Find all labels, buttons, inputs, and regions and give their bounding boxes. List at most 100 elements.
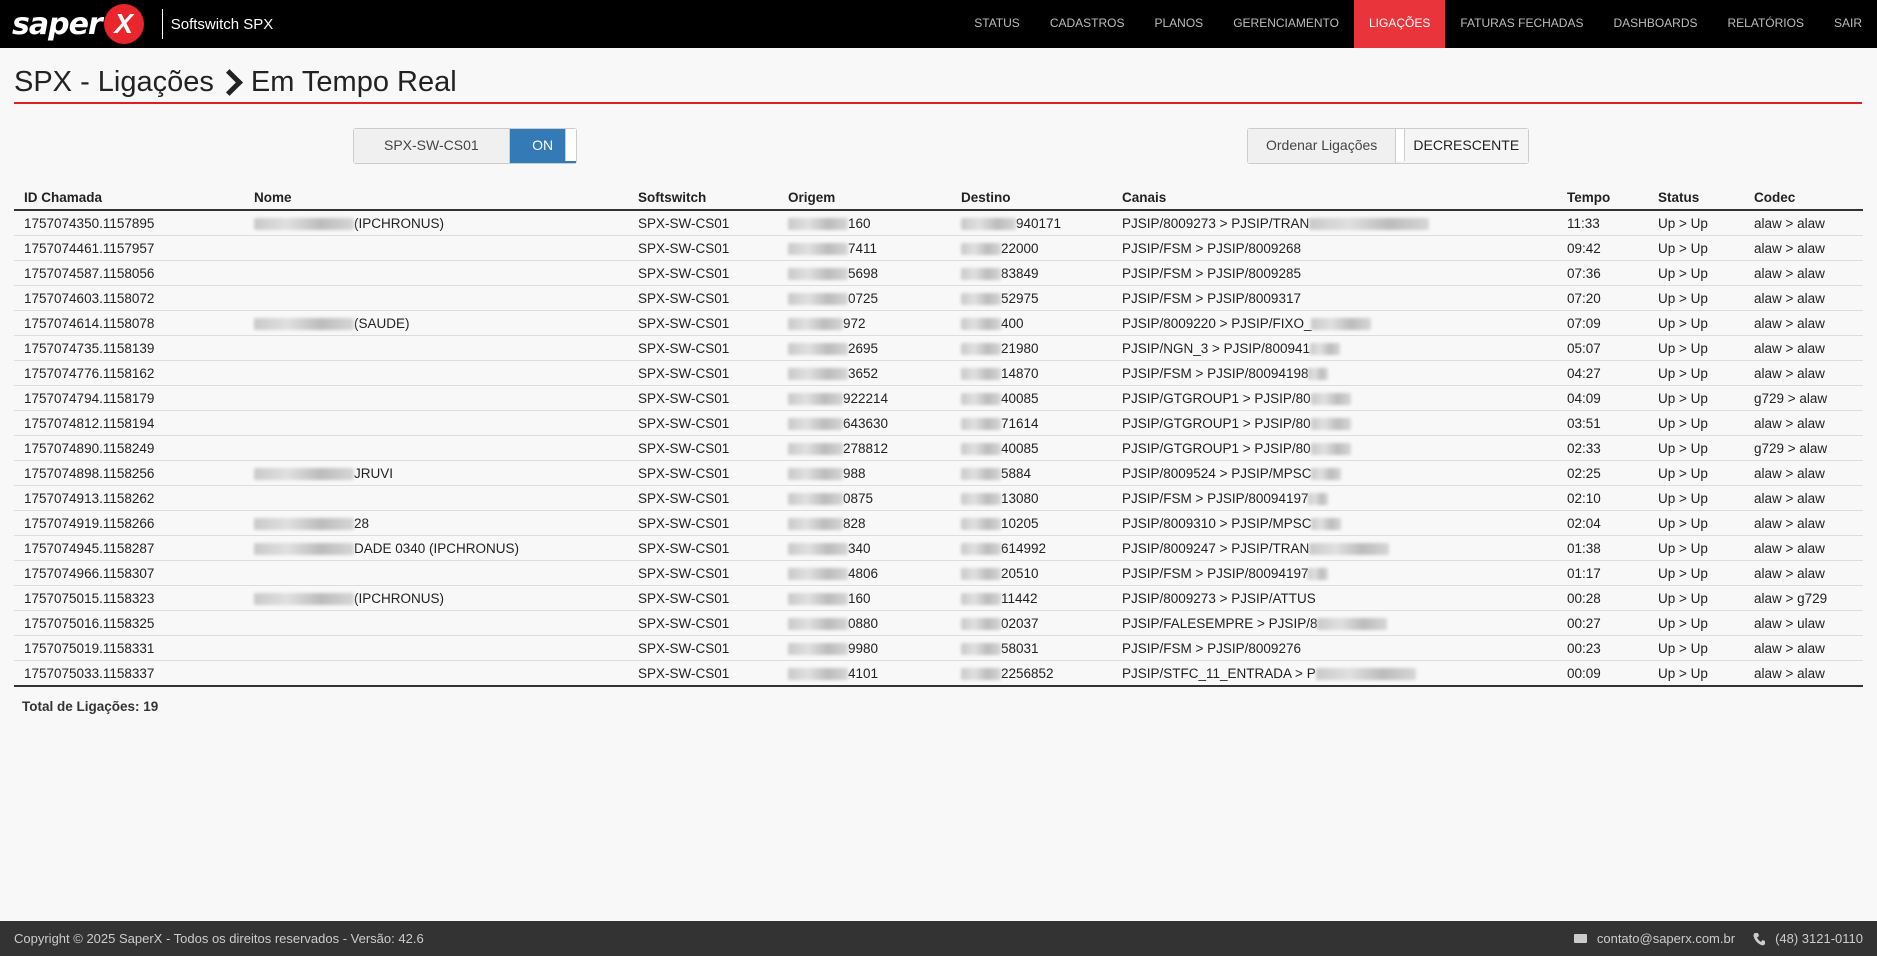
cell-softswitch: SPX-SW-CS01 <box>628 210 778 236</box>
column-header[interactable]: Codec <box>1744 186 1863 211</box>
contact-email[interactable]: contato@saperx.com.br <box>1597 931 1735 946</box>
column-header[interactable]: Tempo <box>1557 186 1648 211</box>
cell-status-text: Up > Up <box>1658 615 1708 631</box>
cell-name: (IPCHRONUS) <box>244 585 628 611</box>
cell-call-id: 1757074587.1158056 <box>14 260 244 286</box>
redacted-text <box>961 542 1001 555</box>
cell-channels-text: PJSIP/8009524 > PJSIP/MPSC <box>1122 465 1312 481</box>
cell-time: 00:23 <box>1557 635 1648 661</box>
cell-name <box>244 285 628 311</box>
column-header[interactable]: Canais <box>1112 186 1557 211</box>
cell-destination: 21980 <box>951 335 1112 361</box>
top-navbar: saper X Softswitch SPX STATUS CADASTROS PL… <box>0 0 1877 48</box>
cell-status-text: Up > Up <box>1658 315 1708 331</box>
cell-softswitch-text: SPX-SW-CS01 <box>638 490 730 506</box>
cell-name-text: DADE 0340 (IPCHRONUS) <box>354 540 520 556</box>
table-row[interactable]: 1757075033.1158337 SPX-SW-CS01 4101 2256852… <box>14 660 1863 687</box>
cell-call-id-text: 1757074350.1157895 <box>24 215 155 231</box>
table-row[interactable]: 1757074945.1158287 DADE 0340 (IPCHRONUS) S… <box>14 535 1863 561</box>
page-title-subsection: Em Tempo Real <box>250 66 457 98</box>
nav-item-dashboards[interactable]: DASHBOARDS <box>1598 0 1712 48</box>
cell-status: Up > Up <box>1648 210 1744 236</box>
toggle-knob[interactable] <box>1396 129 1406 161</box>
table-row[interactable]: 1757074966.1158307 SPX-SW-CS01 4806 20510 PJ… <box>14 560 1863 586</box>
cell-codec: alaw > alaw <box>1744 535 1863 561</box>
cell-status: Up > Up <box>1648 460 1744 486</box>
brand-divider <box>161 9 163 39</box>
cell-channels-text: PJSIP/NGN_3 > PJSIP/800941 <box>1122 340 1310 356</box>
table-row[interactable]: 1757074898.1158256 JRUVI SPX-SW-CS01 988 588… <box>14 460 1863 486</box>
nav-item-planos[interactable]: PLANOS <box>1140 0 1219 48</box>
cell-time-text: 04:09 <box>1567 390 1601 406</box>
cell-time-text: 07:20 <box>1567 290 1601 306</box>
cell-softswitch-text: SPX-SW-CS01 <box>638 615 730 631</box>
column-header[interactable]: Nome <box>244 186 628 211</box>
cell-codec: alaw > alaw <box>1744 335 1863 361</box>
nav-item-relatórios[interactable]: RELATÓRIOS <box>1713 0 1819 48</box>
cell-status: Up > Up <box>1648 310 1744 336</box>
cell-time-text: 00:27 <box>1567 615 1601 631</box>
cell-name <box>244 260 628 286</box>
cell-channels: PJSIP/GTGROUP1 > PJSIP/80 <box>1112 435 1557 461</box>
cell-softswitch-text: SPX-SW-CS01 <box>638 515 730 531</box>
table-row[interactable]: 1757074735.1158139 SPX-SW-CS01 2695 21980 PJ… <box>14 335 1863 361</box>
cell-codec-text: alaw > alaw <box>1754 265 1825 281</box>
table-row[interactable]: 1757075019.1158331 SPX-SW-CS01 9980 58031 PJ… <box>14 635 1863 661</box>
cell-call-id: 1757074614.1158078 <box>14 310 244 336</box>
table-row[interactable]: 1757074812.1158194 SPX-SW-CS01 643630 71614… <box>14 410 1863 436</box>
cell-softswitch: SPX-SW-CS01 <box>628 435 778 461</box>
table-row[interactable]: 1757074776.1158162 SPX-SW-CS01 3652 14870 PJ… <box>14 360 1863 386</box>
cell-status-text: Up > Up <box>1658 515 1708 531</box>
table-row[interactable]: 1757074587.1158056 SPX-SW-CS01 5698 83849 PJ… <box>14 260 1863 286</box>
saperx-logo[interactable]: saper X <box>12 0 144 48</box>
redacted-text <box>961 492 1001 505</box>
table-row[interactable]: 1757074919.1158266 28 SPX-SW-CS01 828 10205 P… <box>14 510 1863 536</box>
cell-origin: 0725 <box>778 285 951 311</box>
table-row[interactable]: 1757075015.1158323 (IPCHRONUS) SPX-SW-CS01… <box>14 585 1863 611</box>
nav-item-gerenciamento[interactable]: GERENCIAMENTO <box>1218 0 1354 48</box>
cell-softswitch-text: SPX-SW-CS01 <box>638 265 730 281</box>
nav-item-cadastros[interactable]: CADASTROS <box>1035 0 1140 48</box>
cell-channels: PJSIP/GTGROUP1 > PJSIP/80 <box>1112 385 1557 411</box>
table-row[interactable]: 1757074890.1158249 SPX-SW-CS01 278812 40085… <box>14 435 1863 461</box>
redacted-text <box>254 217 354 230</box>
table-row[interactable]: 1757074350.1157895 (IPCHRONUS) SPX-SW-CS01… <box>14 210 1863 236</box>
cell-time-text: 04:27 <box>1567 365 1601 381</box>
table-row[interactable]: 1757075016.1158325 SPX-SW-CS01 0880 02037 PJ… <box>14 610 1863 636</box>
column-header[interactable]: Destino <box>951 186 1112 211</box>
cell-destination: 83849 <box>951 260 1112 286</box>
cell-destination: 20510 <box>951 560 1112 586</box>
cell-channels: PJSIP/FSM > PJSIP/8009276 <box>1112 635 1557 661</box>
table-row[interactable]: 1757074913.1158262 SPX-SW-CS01 0875 13080 PJ… <box>14 485 1863 511</box>
softswitch-toggle-on-button[interactable]: ON <box>509 129 576 163</box>
redacted-text <box>788 642 848 655</box>
table-row[interactable]: 1757074794.1158179 SPX-SW-CS01 922214 40085… <box>14 385 1863 411</box>
nav-item-status[interactable]: STATUS <box>959 0 1035 48</box>
cell-time: 02:33 <box>1557 435 1648 461</box>
cell-name <box>244 360 628 386</box>
nav-item-faturas-fechadas[interactable]: FATURAS FECHADAS <box>1445 0 1598 48</box>
table-row[interactable]: 1757074461.1157957 SPX-SW-CS01 7411 22000 PJ… <box>14 235 1863 261</box>
order-toggle-value-button[interactable]: DECRESCENTE <box>1396 129 1529 163</box>
column-header[interactable]: ID Chamada <box>14 186 244 211</box>
nav-item-ligações[interactable]: LIGAÇÕES <box>1353 0 1446 48</box>
table-row[interactable]: 1757074603.1158072 SPX-SW-CS01 0725 52975 PJ… <box>14 285 1863 311</box>
column-header[interactable]: Origem <box>778 186 951 211</box>
table-row[interactable]: 1757074614.1158078 (SAUDE) SPX-SW-CS01 972 4… <box>14 310 1863 336</box>
toggle-knob[interactable] <box>564 129 576 161</box>
nav-item-sair[interactable]: SAIR <box>1819 0 1877 48</box>
softswitch-toggle[interactable]: SPX-SW-CS01 ON <box>353 128 577 164</box>
cell-time-text: 02:25 <box>1567 465 1601 481</box>
order-toggle[interactable]: Ordenar Ligações DECRESCENTE <box>1247 128 1530 164</box>
contact-phone[interactable]: (48) 3121-0110 <box>1775 931 1863 946</box>
cell-status-text: Up > Up <box>1658 215 1708 231</box>
cell-softswitch-text: SPX-SW-CS01 <box>638 340 730 356</box>
cell-destination: 10205 <box>951 510 1112 536</box>
redacted-text <box>788 367 848 380</box>
cell-codec-text: alaw > alaw <box>1754 515 1825 531</box>
column-header[interactable]: Status <box>1648 186 1744 211</box>
cell-codec: alaw > alaw <box>1744 485 1863 511</box>
cell-origin: 4806 <box>778 560 951 586</box>
cell-channels: PJSIP/FSM > PJSIP/8009268 <box>1112 235 1557 261</box>
column-header[interactable]: Softswitch <box>628 186 778 211</box>
